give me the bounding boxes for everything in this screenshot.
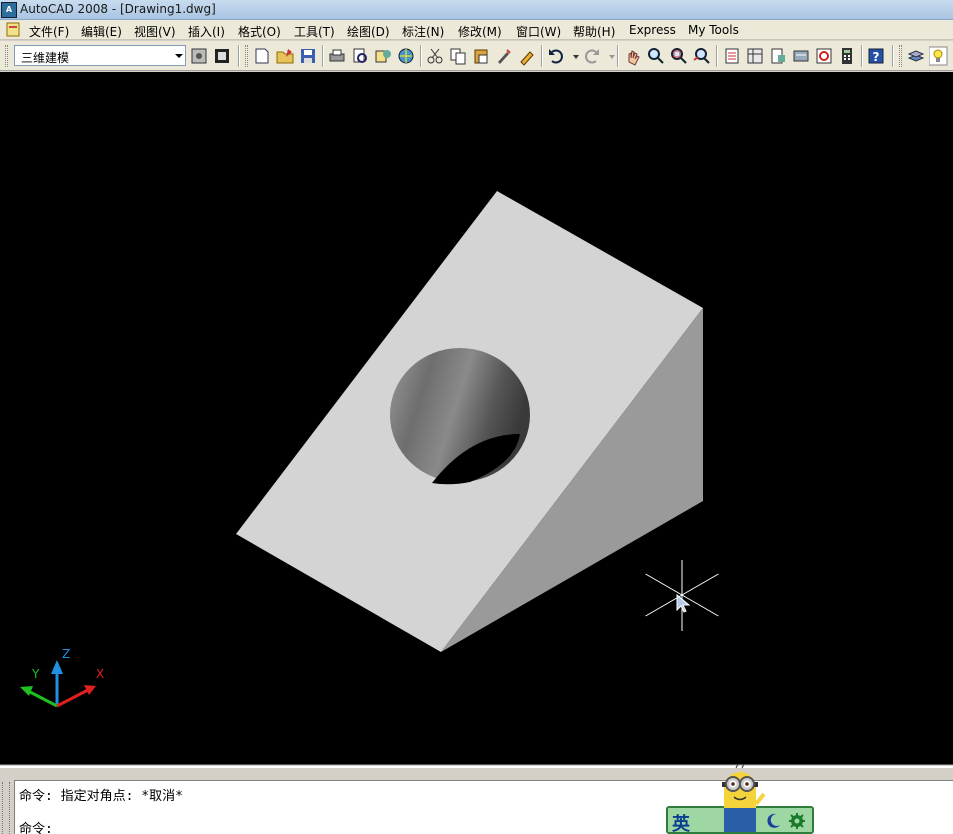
menu-format[interactable]: 格式(O) <box>238 23 281 40</box>
plot-preview-icon[interactable] <box>350 46 370 66</box>
ucs-icon: Z Y X <box>20 647 104 708</box>
crosshair-cursor <box>645 560 719 631</box>
3d-dwf-icon[interactable] <box>396 46 416 66</box>
workspace-dropdown[interactable]: 三维建模 <box>14 45 186 66</box>
save-icon[interactable] <box>298 46 318 66</box>
window-title: AutoCAD 2008 - [Drawing1.dwg] <box>20 2 216 16</box>
command-history-line: 命令: 指定对角点: *取消* <box>19 789 183 804</box>
toolbar-separator <box>238 45 240 67</box>
menu-tools[interactable]: 工具(T) <box>294 23 335 40</box>
toolbar-separator <box>861 45 863 67</box>
cut-icon[interactable] <box>425 46 445 66</box>
menu-modify[interactable]: 修改(M) <box>458 23 502 40</box>
markup-icon[interactable] <box>814 46 834 66</box>
open-icon[interactable] <box>275 46 295 66</box>
zoom-window-icon[interactable] <box>669 46 689 66</box>
minion-mascot-icon <box>722 764 766 832</box>
ucs-z-label: Z <box>62 647 70 661</box>
workspace-settings-icon[interactable] <box>189 46 209 66</box>
toolbar-grip[interactable] <box>245 45 248 67</box>
pan-icon[interactable] <box>623 46 643 66</box>
menu-insert[interactable]: 插入(I) <box>188 23 225 40</box>
toolbar-separator <box>716 45 718 67</box>
ime-mode-label[interactable]: 英 <box>672 810 690 834</box>
sheet-set-icon[interactable] <box>791 46 811 66</box>
toolbar-separator <box>420 45 422 67</box>
autocad-app-icon[interactable]: A <box>1 2 17 18</box>
plot-icon[interactable] <box>327 46 347 66</box>
command-prompt[interactable]: 命令: <box>19 818 53 834</box>
title-bar: A AutoCAD 2008 - [Drawing1.dwg] <box>0 0 953 20</box>
ucs-y-label: Y <box>31 667 40 681</box>
menu-file[interactable]: 文件(F) <box>29 23 69 40</box>
command-window-grip[interactable] <box>2 782 10 834</box>
undo-icon[interactable] <box>546 46 566 66</box>
chevron-down-icon[interactable] <box>175 54 183 58</box>
menu-my-tools[interactable]: My Tools <box>688 23 739 37</box>
menu-view[interactable]: 视图(V) <box>134 23 176 40</box>
undo-dropdown-icon[interactable] <box>566 46 579 66</box>
toolbar-separator <box>322 45 324 67</box>
menu-express[interactable]: Express <box>629 23 676 37</box>
calculator-icon[interactable] <box>837 46 857 66</box>
block-editor-icon[interactable] <box>517 46 537 66</box>
match-properties-icon[interactable] <box>494 46 514 66</box>
drawing-viewport[interactable]: Z Y X <box>0 72 953 765</box>
toolbar-separator <box>617 45 619 67</box>
menu-help[interactable]: 帮助(H) <box>573 23 615 40</box>
menu-window[interactable]: 窗口(W) <box>516 23 561 40</box>
publish-icon[interactable] <box>373 46 393 66</box>
menu-edit[interactable]: 编辑(E) <box>81 23 122 40</box>
redo-dropdown-icon[interactable] <box>602 46 615 66</box>
workspace-toggle-icon[interactable] <box>212 46 232 66</box>
redo-icon[interactable] <box>582 46 602 66</box>
paste-icon[interactable] <box>471 46 491 66</box>
gear-icon[interactable] <box>788 812 806 830</box>
toolbar-separator <box>892 45 894 67</box>
toolbar-grip[interactable] <box>899 45 902 67</box>
menu-bar: 文件(F) 编辑(E) 视图(V) 插入(I) 格式(O) 工具(T) 绘图(D… <box>0 20 953 40</box>
help-icon[interactable]: ? <box>866 46 886 66</box>
new-icon[interactable] <box>252 46 272 66</box>
tool-palettes-icon[interactable] <box>768 46 788 66</box>
menu-draw[interactable]: 绘图(D) <box>347 23 390 40</box>
model-canvas: Z Y X <box>20 191 719 708</box>
menu-dimension[interactable]: 标注(N) <box>402 23 444 40</box>
workspace-selected-value: 三维建模 <box>21 51 70 65</box>
svg-text:?: ? <box>873 50 880 64</box>
zoom-previous-icon[interactable] <box>692 46 712 66</box>
properties-icon[interactable] <box>722 46 742 66</box>
toolbar-grip[interactable] <box>5 45 8 67</box>
ucs-x-label: X <box>96 667 104 681</box>
light-icon[interactable] <box>929 46 951 66</box>
zoom-realtime-icon[interactable] <box>646 46 666 66</box>
design-center-icon[interactable] <box>745 46 765 66</box>
toolbar-separator <box>541 45 543 67</box>
document-icon[interactable] <box>6 22 20 37</box>
copy-icon[interactable] <box>448 46 468 66</box>
moon-icon[interactable] <box>764 812 782 830</box>
layers-icon[interactable] <box>906 46 926 66</box>
standard-toolbar: 三维建模 ? <box>0 41 953 71</box>
